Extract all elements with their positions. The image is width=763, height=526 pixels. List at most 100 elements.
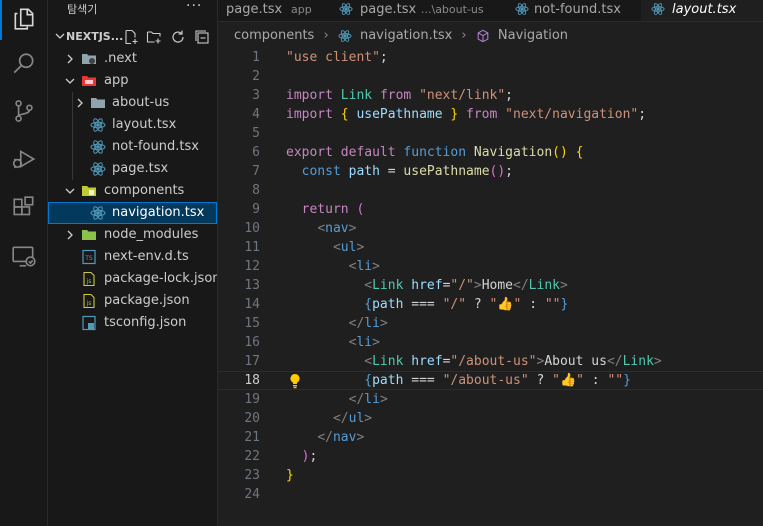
more-actions-icon[interactable]: ···: [186, 0, 202, 14]
tree-item-layout-tsx[interactable]: layout.tsx: [48, 114, 217, 136]
line-number: 13: [244, 278, 260, 293]
code-text: );: [286, 447, 318, 466]
react-icon: [651, 3, 665, 15]
code-token: >: [379, 316, 388, 331]
search-icon[interactable]: [11, 51, 37, 77]
code-line[interactable]: 3 import Link from "next/link";: [218, 86, 763, 105]
code-text: "use client";: [286, 48, 388, 67]
tree-item-page-tsx[interactable]: page.tsx: [48, 158, 217, 180]
code-token: "": [544, 297, 561, 312]
code-line[interactable]: 18 {path === "/about-us" ? "👍" : ""}: [218, 371, 763, 390]
code-line[interactable]: 24: [218, 485, 763, 504]
code-token: function: [403, 145, 467, 160]
line-number: 17: [244, 354, 260, 369]
tree-item-package-lock-json[interactable]: js package-lock.json: [48, 268, 217, 290]
code-line[interactable]: 12 <li>: [218, 257, 763, 276]
tree-item-navigation-tsx[interactable]: navigation.tsx: [48, 202, 217, 224]
tree-item-not-found-tsx[interactable]: not-found.tsx: [48, 136, 217, 158]
code-token: </: [317, 430, 333, 445]
code-line[interactable]: 15 </li>: [218, 314, 763, 333]
active-indicator: [0, 0, 2, 40]
new-folder-icon[interactable]: [146, 29, 162, 45]
breadcrumb-symbol[interactable]: Navigation: [498, 28, 568, 43]
code-line[interactable]: 17 <Link href="/about-us">About us</Link…: [218, 352, 763, 371]
code-line[interactable]: 20 </ul>: [218, 409, 763, 428]
code-line[interactable]: 9 return (: [218, 200, 763, 219]
tab-layout-tsx[interactable]: layout.tsx: [641, 0, 763, 21]
svg-text:js: js: [86, 278, 92, 285]
code-line[interactable]: 21 </nav>: [218, 428, 763, 447]
code-token: >: [372, 259, 380, 274]
folder-header[interactable]: NEXTJS...: [48, 26, 217, 48]
code-line[interactable]: 14 {path === "/" ? "👍" : ""}: [218, 295, 763, 314]
code-line[interactable]: 6 export default function Navigation() {: [218, 143, 763, 162]
code-line[interactable]: 13 <Link href="/">Home</Link>: [218, 276, 763, 295]
collapse-all-icon[interactable]: [194, 29, 210, 45]
activity-bar: [0, 0, 48, 526]
code-token: :: [583, 373, 608, 388]
tree-item-package-json[interactable]: js package.json: [48, 290, 217, 312]
tree-item-next[interactable]: .next: [48, 48, 217, 70]
code-token: ;: [379, 50, 388, 65]
tree-item-about-us[interactable]: about-us: [48, 92, 217, 114]
chevron-down-icon: [65, 188, 75, 194]
tab-not-found-tsx[interactable]: not-found.tsx: [503, 0, 642, 21]
code-token: ;: [505, 88, 513, 103]
tree-item-tsconfig-json[interactable]: tsconfig.json: [48, 312, 217, 334]
refresh-icon[interactable]: [170, 29, 186, 45]
code-token: >: [364, 411, 373, 426]
tree-item-node-modules[interactable]: node_modules: [48, 224, 217, 246]
tree-item-components[interactable]: components: [48, 180, 217, 202]
code-token: li: [356, 335, 373, 350]
code-line[interactable]: 23}: [218, 466, 763, 485]
code-text: </nav>: [286, 428, 364, 447]
tab-page-tsx-about-us[interactable]: page.tsx ...\about-us: [328, 0, 504, 21]
code-line[interactable]: 8: [218, 181, 763, 200]
remote-explorer-icon[interactable]: [11, 243, 37, 269]
code-token: ===: [403, 373, 443, 388]
breadcrumb-file[interactable]: navigation.tsx: [360, 28, 452, 43]
code-line[interactable]: 5: [218, 124, 763, 143]
code-token: >: [379, 392, 388, 407]
code-line[interactable]: 22 );: [218, 447, 763, 466]
code-token: >: [473, 278, 482, 293]
code-line[interactable]: 19 </li>: [218, 390, 763, 409]
code-token: ul: [340, 240, 357, 255]
code-token: const: [301, 164, 341, 179]
tree-item-app[interactable]: app: [48, 70, 217, 92]
tab-page-tsx-app[interactable]: page.tsx app: [218, 0, 329, 21]
extensions-icon[interactable]: [11, 195, 37, 221]
new-file-icon[interactable]: [123, 29, 139, 45]
code-line[interactable]: 1 "use client";: [218, 48, 763, 67]
code-line[interactable]: 7 const path = usePathname();: [218, 162, 763, 181]
code-token: ?: [466, 297, 490, 312]
code-line[interactable]: 16 <li>: [218, 333, 763, 352]
code-token: :: [521, 297, 545, 312]
line-number: 9: [252, 202, 260, 217]
source-control-icon[interactable]: [11, 98, 37, 124]
code-line[interactable]: 11 <ul>: [218, 238, 763, 257]
line-number: 18: [244, 373, 260, 388]
code-text: import { usePathname } from "next/naviga…: [286, 105, 646, 124]
code-token: ;: [505, 164, 513, 179]
code-text: <Link href="/about-us">About us</Link>: [286, 352, 661, 371]
code-text: export default function Navigation() {: [286, 143, 583, 162]
tree-item-label: tsconfig.json: [104, 315, 187, 330]
run-debug-icon[interactable]: [11, 146, 37, 172]
code-token: >: [356, 240, 365, 255]
code-line[interactable]: 10 <nav>: [218, 219, 763, 238]
code-line[interactable]: 2: [218, 67, 763, 86]
breadcrumb-folder[interactable]: components: [234, 28, 314, 43]
code-token: (): [489, 164, 506, 179]
code-token: <: [364, 354, 373, 369]
code-line[interactable]: 4 import { usePathname } from "next/navig…: [218, 105, 763, 124]
tree-item-next-env-d-ts[interactable]: TS next-env.d.ts: [48, 246, 217, 268]
explorer-icon[interactable]: [11, 6, 37, 32]
